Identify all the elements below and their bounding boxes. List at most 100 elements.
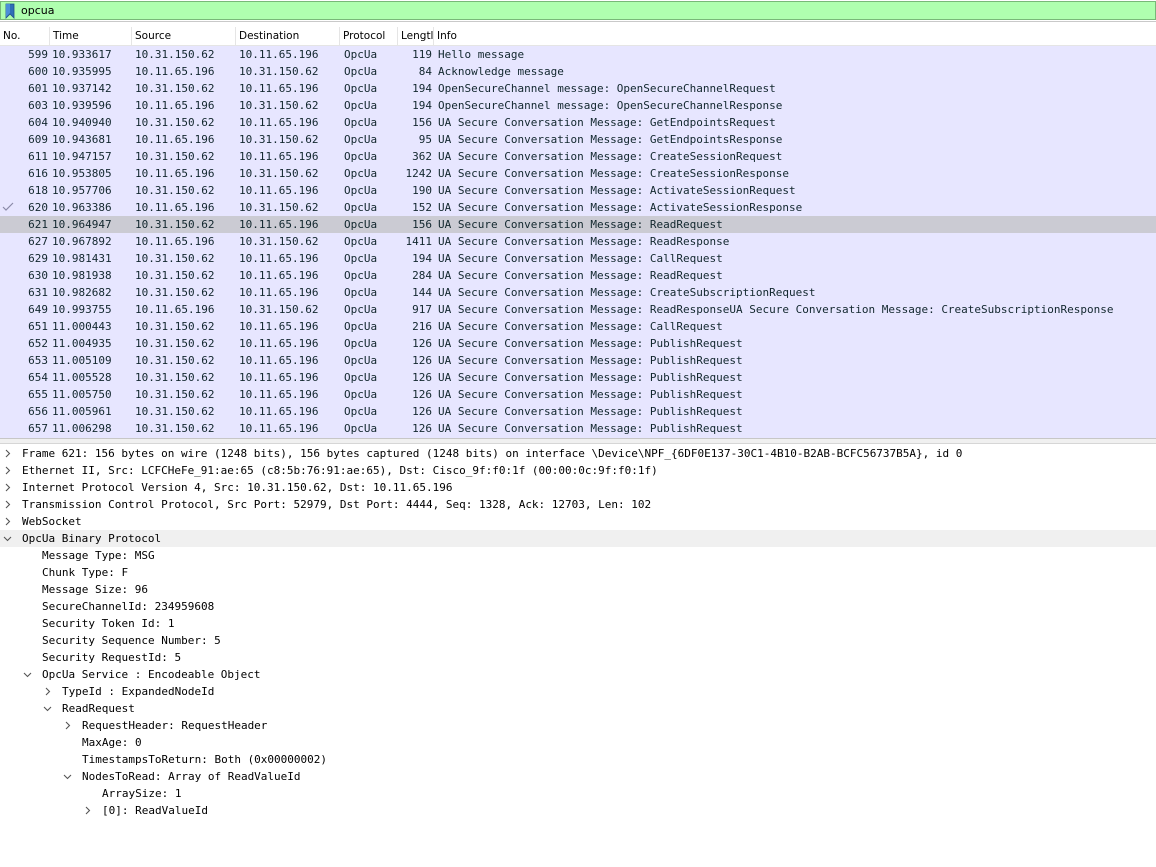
packet-length: 190 <box>412 184 432 197</box>
column-header-protocol[interactable]: Protocol <box>340 27 398 46</box>
display-filter-input[interactable] <box>21 3 1141 19</box>
chevron-right-icon[interactable] <box>62 717 72 734</box>
packet-row[interactable]: 654 11.005528 10.31.150.62 10.11.65.196 OpcU… <box>0 369 1156 386</box>
chevron-right-icon[interactable] <box>2 496 12 513</box>
chevron-right-icon[interactable] <box>2 462 12 479</box>
column-header-length[interactable]: Lengtl <box>398 27 434 46</box>
chevron-down-icon[interactable] <box>62 768 72 785</box>
tree-item[interactable]: TimestampsToReturn: Both (0x00000002) <box>0 751 1156 768</box>
tree-item[interactable]: Frame 621: 156 bytes on wire (1248 bits)… <box>0 445 1156 462</box>
tree-item[interactable]: MaxAge: 0 <box>0 734 1156 751</box>
tree-item-label: Ethernet II, Src: LCFCHeFe_91:ae:65 (c8:… <box>22 464 658 477</box>
packet-row[interactable]: 656 11.005961 10.31.150.62 10.11.65.196 OpcU… <box>0 403 1156 420</box>
tree-item-label: ReadRequest <box>62 702 135 715</box>
packet-destination: 10.11.65.196 <box>239 320 319 333</box>
packet-no: 656 <box>28 405 48 418</box>
tree-item-label: Security Token Id: 1 <box>42 617 175 630</box>
packet-row[interactable]: 601 10.937142 10.31.150.62 10.11.65.196 OpcU… <box>0 80 1156 97</box>
column-header-info[interactable]: Info <box>434 27 1156 46</box>
packet-details-tree[interactable]: Frame 621: 156 bytes on wire (1248 bits)… <box>0 444 1156 867</box>
tree-item[interactable]: Transmission Control Protocol, Src Port:… <box>0 496 1156 513</box>
tree-item[interactable]: ArraySize: 1 <box>0 785 1156 802</box>
packet-source: 10.31.150.62 <box>135 218 215 231</box>
tree-item[interactable]: SecureChannelId: 234959608 <box>0 598 1156 615</box>
packet-row[interactable]: 604 10.940940 10.31.150.62 10.11.65.196 OpcU… <box>0 114 1156 131</box>
tree-item[interactable]: OpcUa Service : Encodeable Object <box>0 666 1156 683</box>
packet-row[interactable]: 621 10.964947 10.31.150.62 10.11.65.196 OpcU… <box>0 216 1156 233</box>
chevron-right-icon[interactable] <box>2 513 12 530</box>
packet-no: 600 <box>28 65 48 78</box>
tree-item[interactable]: OpcUa Binary Protocol <box>0 530 1156 547</box>
column-header-source[interactable]: Source <box>132 27 236 46</box>
packet-info: UA Secure Conversation Message: Activate… <box>438 184 796 197</box>
tree-item[interactable]: Security Sequence Number: 5 <box>0 632 1156 649</box>
packet-row[interactable]: 651 11.000443 10.31.150.62 10.11.65.196 OpcU… <box>0 318 1156 335</box>
packet-protocol: OpcUa <box>344 150 378 163</box>
packet-list-header: No. Time Source Destination Protocol Len… <box>0 27 1156 46</box>
packet-destination: 10.11.65.196 <box>239 422 319 435</box>
column-header-no[interactable]: No. <box>0 27 50 46</box>
chevron-down-icon[interactable] <box>2 530 12 547</box>
packet-row[interactable]: 616 10.953805 10.11.65.196 10.31.150.62 OpcU… <box>0 165 1156 182</box>
packet-time: 11.005528 <box>52 371 112 384</box>
packet-destination: 10.31.150.62 <box>239 303 319 316</box>
packet-row[interactable]: 652 11.004935 10.31.150.62 10.11.65.196 OpcU… <box>0 335 1156 352</box>
tree-item[interactable]: Internet Protocol Version 4, Src: 10.31.… <box>0 479 1156 496</box>
packet-list[interactable]: 599 10.933617 10.31.150.62 10.11.65.196 OpcU… <box>0 46 1156 438</box>
packet-row[interactable]: 620 10.963386 10.11.65.196 10.31.150.62 OpcU… <box>0 199 1156 216</box>
column-header-time[interactable]: Time <box>50 27 132 46</box>
tree-item[interactable]: Message Size: 96 <box>0 581 1156 598</box>
packet-length: 362 <box>412 150 432 163</box>
packet-row[interactable]: 611 10.947157 10.31.150.62 10.11.65.196 OpcU… <box>0 148 1156 165</box>
tree-item[interactable]: RequestHeader: RequestHeader <box>0 717 1156 734</box>
packet-source: 10.31.150.62 <box>135 252 215 265</box>
tree-item[interactable]: NodesToRead: Array of ReadValueId <box>0 768 1156 785</box>
chevron-down-icon[interactable] <box>42 700 52 717</box>
packet-destination: 10.31.150.62 <box>239 235 319 248</box>
packet-length: 156 <box>412 218 432 231</box>
chevron-right-icon[interactable] <box>42 683 52 700</box>
packet-info: UA Secure Conversation Message: ReadRequ… <box>438 269 723 282</box>
column-header-destination[interactable]: Destination <box>236 27 340 46</box>
chevron-right-icon[interactable] <box>2 479 12 496</box>
tree-item[interactable]: Security RequestId: 5 <box>0 649 1156 666</box>
tree-item[interactable]: WebSocket <box>0 513 1156 530</box>
tree-item-label: OpcUa Binary Protocol <box>22 532 162 545</box>
tree-item[interactable]: [0]: ReadValueId <box>0 802 1156 819</box>
packet-no: 599 <box>28 48 48 61</box>
packet-row[interactable]: 618 10.957706 10.31.150.62 10.11.65.196 OpcU… <box>0 182 1156 199</box>
tree-item[interactable]: Ethernet II, Src: LCFCHeFe_91:ae:65 (c8:… <box>0 462 1156 479</box>
packet-row[interactable]: 655 11.005750 10.31.150.62 10.11.65.196 OpcU… <box>0 386 1156 403</box>
packet-row[interactable]: 631 10.982682 10.31.150.62 10.11.65.196 OpcU… <box>0 284 1156 301</box>
packet-time: 10.981938 <box>52 269 112 282</box>
packet-no: 652 <box>28 337 48 350</box>
packet-row[interactable]: 649 10.993755 10.11.65.196 10.31.150.62 OpcU… <box>0 301 1156 318</box>
packet-source: 10.11.65.196 <box>135 303 215 316</box>
tree-item[interactable]: TypeId : ExpandedNodeId <box>0 683 1156 700</box>
packet-row[interactable]: 653 11.005109 10.31.150.62 10.11.65.196 OpcU… <box>0 352 1156 369</box>
packet-row[interactable]: 600 10.935995 10.11.65.196 10.31.150.62 OpcU… <box>0 63 1156 80</box>
packet-row[interactable]: 629 10.981431 10.31.150.62 10.11.65.196 OpcU… <box>0 250 1156 267</box>
packet-info: UA Secure Conversation Message: PublishR… <box>438 337 743 350</box>
packet-time: 11.000443 <box>52 320 112 333</box>
chevron-right-icon[interactable] <box>82 802 92 819</box>
packet-row[interactable]: 657 11.006298 10.31.150.62 10.11.65.196 OpcU… <box>0 420 1156 437</box>
packet-row[interactable]: 627 10.967892 10.11.65.196 10.31.150.62 OpcU… <box>0 233 1156 250</box>
bookmark-icon[interactable] <box>3 3 17 19</box>
packet-row[interactable]: 599 10.933617 10.31.150.62 10.11.65.196 OpcU… <box>0 46 1156 63</box>
packet-row[interactable]: 609 10.943681 10.11.65.196 10.31.150.62 OpcU… <box>0 131 1156 148</box>
tree-item[interactable]: Message Type: MSG <box>0 547 1156 564</box>
packet-destination: 10.11.65.196 <box>239 405 319 418</box>
packet-destination: 10.11.65.196 <box>239 82 319 95</box>
chevron-right-icon[interactable] <box>2 445 12 462</box>
packet-protocol: OpcUa <box>344 422 378 435</box>
chevron-down-icon[interactable] <box>22 666 32 683</box>
packet-row[interactable]: 603 10.939596 10.11.65.196 10.31.150.62 OpcU… <box>0 97 1156 114</box>
tree-item[interactable]: ReadRequest <box>0 700 1156 717</box>
tree-item[interactable]: Security Token Id: 1 <box>0 615 1156 632</box>
packet-protocol: OpcUa <box>344 354 378 367</box>
tree-item-label: OpcUa Service : Encodeable Object <box>42 668 261 681</box>
tree-item[interactable]: Chunk Type: F <box>0 564 1156 581</box>
packet-info: UA Secure Conversation Message: CallRequ… <box>438 252 723 265</box>
packet-row[interactable]: 630 10.981938 10.31.150.62 10.11.65.196 OpcU… <box>0 267 1156 284</box>
